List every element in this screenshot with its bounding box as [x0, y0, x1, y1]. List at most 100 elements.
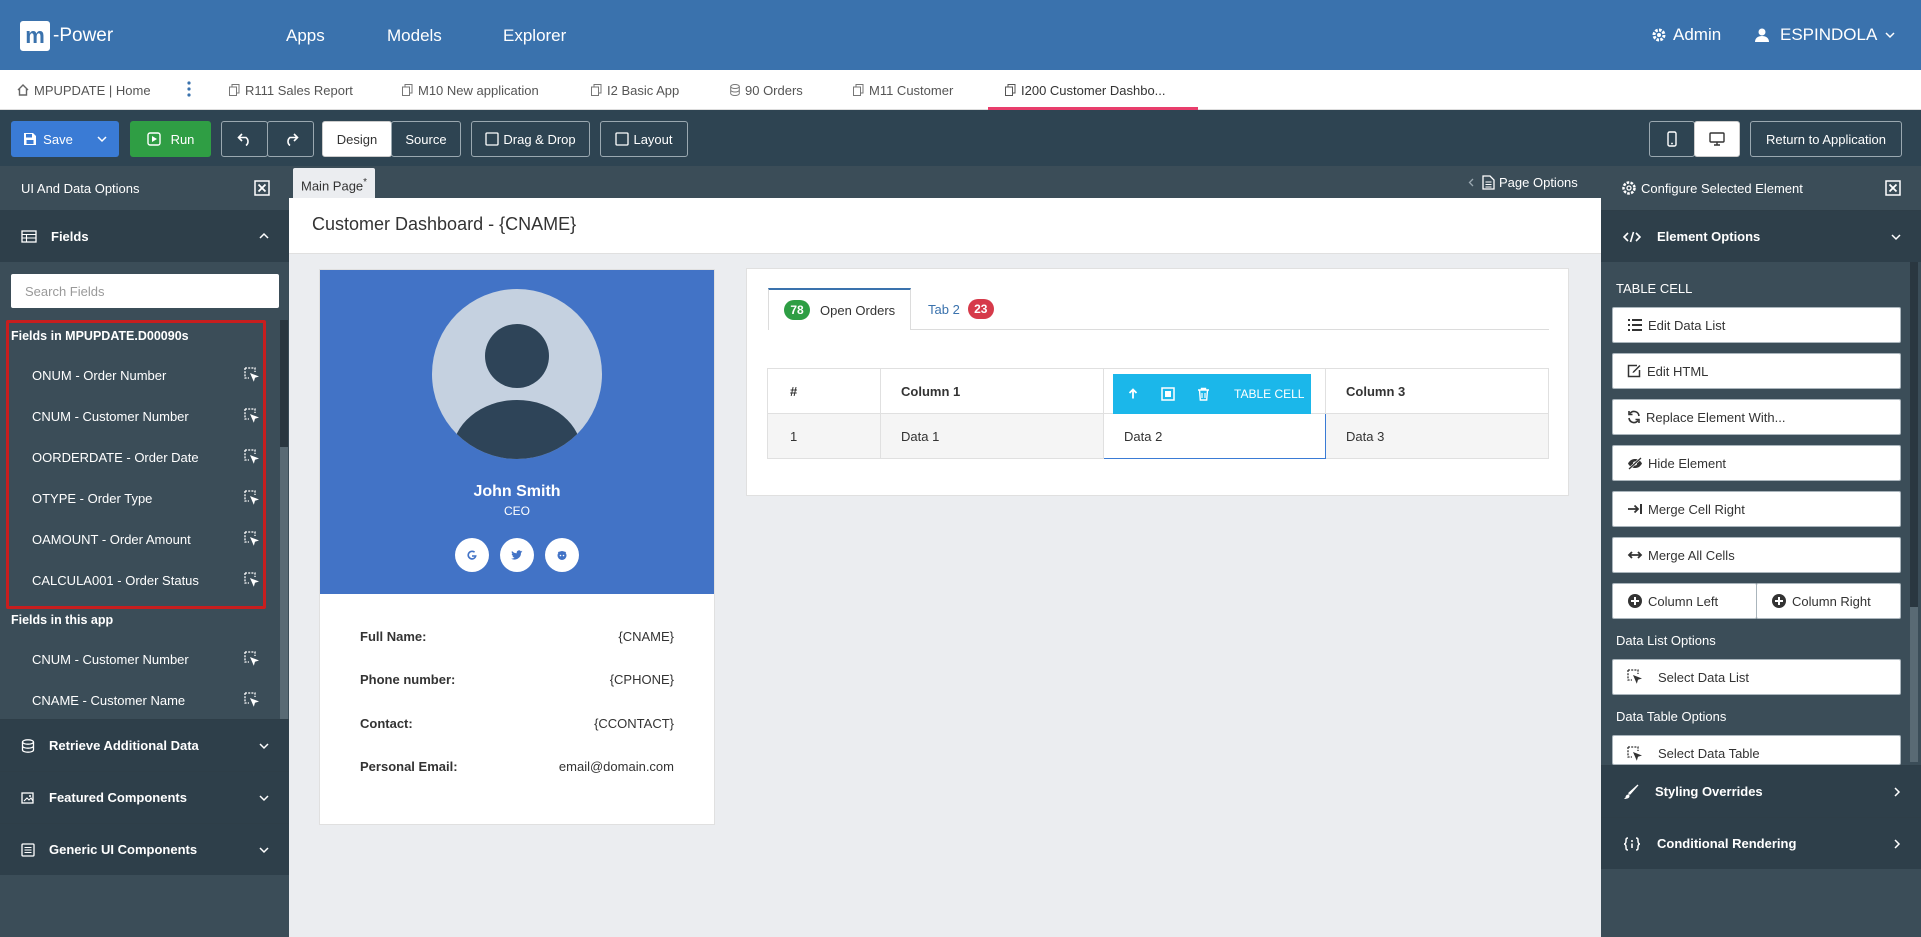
app-tab-label: M10 New application	[418, 82, 539, 98]
accordion-generic-ui-components[interactable]: Generic UI Components	[0, 823, 289, 875]
right-panel-header: Configure Selected Element	[1601, 166, 1921, 210]
nav-apps[interactable]: Apps	[286, 0, 325, 70]
more-vertical-icon[interactable]	[187, 81, 191, 97]
design-mode-button[interactable]: Design	[322, 121, 392, 157]
main-page-tab[interactable]: Main Page*	[293, 168, 376, 198]
return-to-application-button[interactable]: Return to Application	[1750, 121, 1902, 157]
plus-circle-icon	[1757, 593, 1792, 609]
element-options-header[interactable]: Element Options	[1601, 210, 1921, 262]
field-item[interactable]: CNAME - Customer Name	[32, 692, 260, 708]
accordion-featured-components[interactable]: Featured Components	[0, 771, 289, 823]
styling-overrides-header[interactable]: Styling Overrides	[1601, 765, 1921, 817]
app-tab-m11[interactable]: M11 Customer	[853, 70, 953, 110]
info-label: Full Name:	[360, 629, 427, 644]
select-cursor-icon[interactable]	[244, 449, 260, 465]
nav-explorer[interactable]: Explorer	[503, 0, 566, 70]
field-label: OORDERDATE - Order Date	[32, 449, 199, 465]
app-tab-i200[interactable]: I200 Customer Dashbo...	[1005, 70, 1166, 110]
selected-table-cell[interactable]: Data 2	[1103, 413, 1326, 459]
redo-button[interactable]	[267, 121, 314, 157]
edit-html-button[interactable]: Edit HTML	[1612, 353, 1901, 389]
info-label: Contact:	[360, 716, 413, 731]
page-title[interactable]: Customer Dashboard - {CNAME}	[312, 214, 576, 235]
unsaved-marker: *	[363, 177, 368, 188]
search-fields-input[interactable]	[11, 274, 279, 308]
select-cursor-icon[interactable]	[244, 572, 260, 588]
app-tab-i2[interactable]: I2 Basic App	[591, 70, 679, 110]
save-button[interactable]: Save	[11, 121, 119, 157]
fields-scrollbar-thumb[interactable]	[280, 320, 288, 447]
table-cell[interactable]: Data 3	[1325, 413, 1549, 459]
google-icon[interactable]	[455, 538, 489, 572]
info-value: {CCONTACT}	[594, 716, 674, 731]
select-cursor-icon[interactable]	[244, 531, 260, 547]
select-data-list-button[interactable]: Select Data List	[1612, 659, 1901, 695]
run-label: Run	[170, 131, 195, 147]
conditional-rendering-header[interactable]: Conditional Rendering	[1601, 817, 1921, 869]
tab-2[interactable]: Tab 2 23	[928, 288, 994, 330]
right-panel-footer	[1601, 869, 1921, 937]
tab-open-orders[interactable]: 78 Open Orders	[768, 288, 911, 330]
select-cursor-icon[interactable]	[244, 490, 260, 506]
brush-icon	[1623, 784, 1639, 800]
drag-drop-toggle[interactable]: Drag & Drop	[471, 121, 590, 157]
hide-element-button[interactable]: Hide Element	[1612, 445, 1901, 481]
select-data-table-button[interactable]: Select Data Table	[1612, 735, 1901, 765]
mobile-view-button[interactable]	[1649, 121, 1695, 157]
table-cell[interactable]: 1	[767, 413, 881, 459]
nav-models[interactable]: Models	[387, 0, 442, 70]
edit-data-list-button[interactable]: Edit Data List	[1612, 307, 1901, 343]
merge-cell-right-button[interactable]: Merge Cell Right	[1612, 491, 1901, 527]
table-header-cell[interactable]: Column 1	[880, 368, 1104, 414]
select-cursor-icon	[1613, 746, 1648, 762]
table-header-cell[interactable]: #	[767, 368, 881, 414]
left-panel-title: UI And Data Options	[21, 180, 140, 196]
select-cursor-icon[interactable]	[244, 651, 260, 667]
source-mode-button[interactable]: Source	[391, 121, 461, 157]
field-item[interactable]: CNUM - Customer Number	[32, 408, 260, 424]
field-item[interactable]: OORDERDATE - Order Date	[32, 449, 260, 465]
redo-icon	[283, 132, 299, 146]
arrow-up-icon[interactable]	[1127, 388, 1139, 400]
layout-toggle[interactable]: Layout	[600, 121, 688, 157]
replace-element-button[interactable]: Replace Element With...	[1612, 399, 1901, 435]
merge-all-cells-button[interactable]: Merge All Cells	[1612, 537, 1901, 573]
table-header-cell[interactable]: Column 3	[1325, 368, 1549, 414]
close-icon[interactable]	[254, 180, 270, 196]
options-scrollbar-thumb[interactable]	[1910, 262, 1918, 607]
layout-label: Layout	[633, 131, 673, 147]
admin-menu[interactable]: Admin	[1651, 0, 1721, 70]
info-row-full-name: Full Name: {CNAME}	[360, 629, 674, 644]
page-options-button[interactable]: Page Options	[1468, 166, 1578, 198]
copy-icon	[402, 84, 418, 96]
play-icon	[146, 132, 161, 146]
field-item[interactable]: CALCULA001 - Order Status	[32, 572, 260, 588]
mpower-logo[interactable]: m -Power	[20, 20, 113, 52]
accordion-label: Retrieve Additional Data	[49, 738, 199, 753]
close-icon[interactable]	[1885, 180, 1901, 196]
select-parent-icon[interactable]	[1161, 387, 1175, 401]
twitter-icon[interactable]	[500, 538, 534, 572]
app-tab-90-orders[interactable]: 90 Orders	[730, 70, 803, 110]
desktop-view-button[interactable]	[1694, 121, 1740, 157]
run-button[interactable]: Run	[130, 121, 211, 157]
github-icon[interactable]	[545, 538, 579, 572]
fields-section-header[interactable]: Fields	[0, 210, 289, 262]
select-cursor-icon[interactable]	[244, 367, 260, 383]
user-menu[interactable]: ESPINDOLA	[1754, 0, 1901, 70]
table-cell[interactable]: Data 1	[880, 413, 1104, 459]
app-tab-r111[interactable]: R111 Sales Report	[229, 70, 353, 110]
app-tab-home[interactable]: MPUPDATE | Home	[17, 70, 151, 110]
field-item[interactable]: CNUM - Customer Number	[32, 651, 260, 667]
select-cursor-icon[interactable]	[244, 692, 260, 708]
undo-button[interactable]	[221, 121, 268, 157]
field-item[interactable]: OTYPE - Order Type	[32, 490, 260, 506]
trash-icon[interactable]	[1197, 387, 1210, 401]
column-left-button[interactable]: Column Left	[1612, 583, 1757, 619]
field-item[interactable]: ONUM - Order Number	[32, 367, 260, 383]
app-tab-m10[interactable]: M10 New application	[402, 70, 539, 110]
field-item[interactable]: OAMOUNT - Order Amount	[32, 531, 260, 547]
select-cursor-icon[interactable]	[244, 408, 260, 424]
column-right-button[interactable]: Column Right	[1756, 583, 1901, 619]
accordion-retrieve-additional-data[interactable]: Retrieve Additional Data	[0, 719, 289, 771]
